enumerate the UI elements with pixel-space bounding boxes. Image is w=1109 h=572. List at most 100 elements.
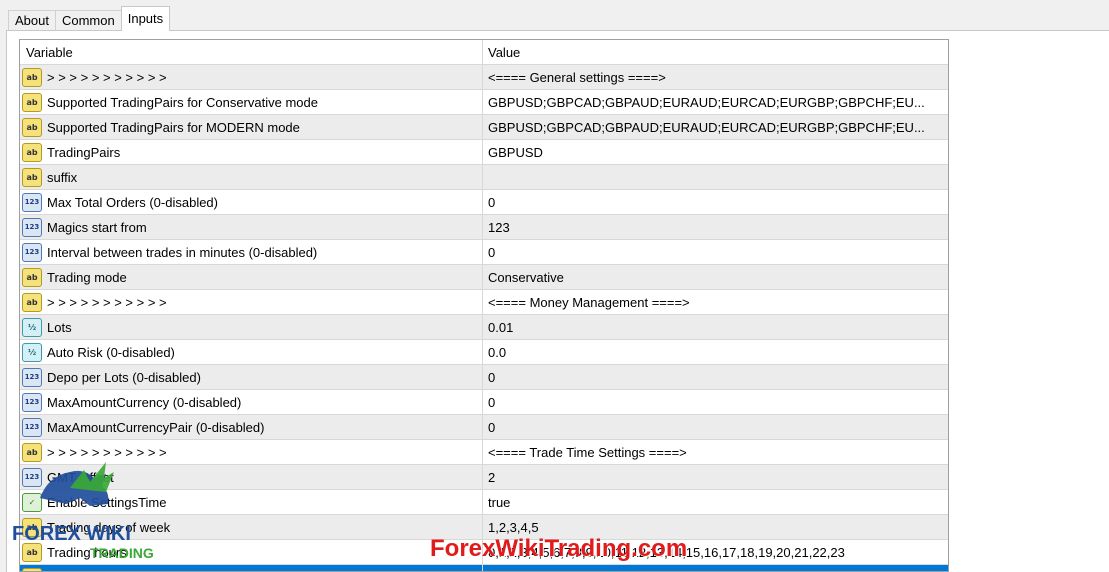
value-cell[interactable]: 0 <box>483 390 948 414</box>
table-row[interactable]: ab <box>20 565 948 571</box>
variable-name: Supported TradingPairs for MODERN mode <box>47 119 300 135</box>
grid-header: Variable Value <box>20 40 948 65</box>
variable-cell: ab Supported TradingPairs for MODERN mode <box>20 115 483 139</box>
table-row[interactable]: ab TradingPairs GBPUSD <box>20 140 948 165</box>
variable-name: Trading days of week <box>47 519 171 535</box>
boolean-icon: ✓ <box>22 492 42 512</box>
text-icon: ab <box>22 67 42 87</box>
table-row[interactable]: ab Supported TradingPairs for MODERN mode… <box>20 115 948 140</box>
variable-cell: ab Supported TradingPairs for Conservativ… <box>20 90 483 114</box>
value-cell[interactable]: 0,1,2,3,4,5,6,7,8,9,10,11,12,13,14,15,16… <box>483 540 948 564</box>
table-row[interactable]: ab > > > > > > > > > > > <==== Trade Time … <box>20 440 948 465</box>
value-cell[interactable]: 0.01 <box>483 315 948 339</box>
text-icon: ab <box>22 142 42 162</box>
table-row[interactable]: ✓ Enable SettingsTime true <box>20 490 948 515</box>
variable-cell: ✓ Enable SettingsTime <box>20 490 483 514</box>
text-icon: ab <box>22 292 42 312</box>
table-row[interactable]: ab Trading mode Conservative <box>20 265 948 290</box>
variable-name: > > > > > > > > > > > <box>47 69 167 85</box>
variable-name: suffix <box>47 169 78 185</box>
variable-name: MaxAmountCurrencyPair (0-disabled) <box>47 419 265 435</box>
variable-name: MaxAmountCurrency (0-disabled) <box>47 394 242 410</box>
table-row[interactable]: ½ Lots 0.01 <box>20 315 948 340</box>
variable-cell: 123 Magics start from <box>20 215 483 239</box>
column-header-variable[interactable]: Variable <box>20 40 483 64</box>
variable-cell: 123 GMT Offset <box>20 465 483 489</box>
value-cell[interactable] <box>483 165 948 189</box>
value-cell[interactable]: 0 <box>483 365 948 389</box>
value-cell[interactable]: 123 <box>483 215 948 239</box>
value-cell[interactable]: 0 <box>483 240 948 264</box>
value-cell[interactable]: GBPUSD;GBPCAD;GBPAUD;EURAUD;EURCAD;EURGB… <box>483 90 948 114</box>
table-row[interactable]: ab > > > > > > > > > > > <==== Money Manag… <box>20 290 948 315</box>
tab-about[interactable]: About <box>8 10 56 31</box>
table-row[interactable]: 123 Max Total Orders (0-disabled) 0 <box>20 190 948 215</box>
integer-icon: 123 <box>22 192 42 212</box>
variable-name: Supported TradingPairs for Conservative … <box>47 94 318 110</box>
text-icon: ab <box>22 517 42 537</box>
variable-name: Interval between trades in minutes (0-di… <box>47 244 318 260</box>
text-icon: ab <box>22 542 42 562</box>
table-row[interactable]: ab Trading days of week 1,2,3,4,5 <box>20 515 948 540</box>
double-icon: ½ <box>22 317 42 337</box>
value-cell[interactable]: <==== Trade Time Settings ====> <box>483 440 948 464</box>
tab-inputs[interactable]: Inputs <box>120 6 171 31</box>
variable-cell: ab > > > > > > > > > > > <box>20 290 483 314</box>
value-cell[interactable] <box>483 565 948 571</box>
variable-cell: 123 MaxAmountCurrencyPair (0-disabled) <box>20 415 483 439</box>
value-cell[interactable]: Conservative <box>483 265 948 289</box>
value-cell[interactable]: <==== Money Management ====> <box>483 290 948 314</box>
text-icon: ab <box>22 442 42 462</box>
variable-cell: ab > > > > > > > > > > > <box>20 440 483 464</box>
variable-name: Auto Risk (0-disabled) <box>47 344 175 360</box>
variable-cell: 123 Interval between trades in minutes (0… <box>20 240 483 264</box>
table-row[interactable]: 123 MaxAmountCurrencyPair (0-disabled) 0 <box>20 415 948 440</box>
variable-cell: 123 Depo per Lots (0-disabled) <box>20 365 483 389</box>
integer-icon: 123 <box>22 392 42 412</box>
table-row[interactable]: ab Trading hours 0,1,2,3,4,5,6,7,8,9,10,11… <box>20 540 948 565</box>
variable-name: Depo per Lots (0-disabled) <box>47 369 201 385</box>
variable-cell: ½ Auto Risk (0-disabled) <box>20 340 483 364</box>
text-icon: ab <box>22 92 42 112</box>
tab-common[interactable]: Common <box>54 10 122 31</box>
variable-name: Trading mode <box>47 269 127 285</box>
table-row[interactable]: 123 Depo per Lots (0-disabled) 0 <box>20 365 948 390</box>
variable-cell: ab Trading days of week <box>20 515 483 539</box>
value-cell[interactable]: 0.0 <box>483 340 948 364</box>
value-cell[interactable]: 0 <box>483 415 948 439</box>
value-cell[interactable]: <==== General settings ====> <box>483 65 948 89</box>
value-cell[interactable]: 2 <box>483 465 948 489</box>
value-cell[interactable]: GBPUSD;GBPCAD;GBPAUD;EURAUD;EURCAD;EURGB… <box>483 115 948 139</box>
value-cell[interactable]: GBPUSD <box>483 140 948 164</box>
value-cell[interactable]: 0 <box>483 190 948 214</box>
table-row[interactable]: 123 Interval between trades in minutes (0… <box>20 240 948 265</box>
table-row[interactable]: ab > > > > > > > > > > > <==== General set… <box>20 65 948 90</box>
variable-cell: ab Trading mode <box>20 265 483 289</box>
variable-cell: ab Trading hours <box>20 540 483 564</box>
table-row[interactable]: ½ Auto Risk (0-disabled) 0.0 <box>20 340 948 365</box>
value-cell[interactable]: true <box>483 490 948 514</box>
value-cell[interactable]: 1,2,3,4,5 <box>483 515 948 539</box>
variable-cell: ½ Lots <box>20 315 483 339</box>
variable-name: Enable SettingsTime <box>47 494 167 510</box>
variable-cell: ab suffix <box>20 165 483 189</box>
inputs-grid: Variable Value ab > > > > > > > > > > > <=… <box>19 39 949 572</box>
variable-name: Magics start from <box>47 219 147 235</box>
table-row[interactable]: ab Supported TradingPairs for Conservativ… <box>20 90 948 115</box>
text-icon: ab <box>22 267 42 287</box>
integer-icon: 123 <box>22 467 42 487</box>
integer-icon: 123 <box>22 242 42 262</box>
table-row[interactable]: 123 GMT Offset 2 <box>20 465 948 490</box>
tab-bar: About Common Inputs <box>8 6 171 31</box>
table-row[interactable]: 123 Magics start from 123 <box>20 215 948 240</box>
table-row[interactable]: ab suffix <box>20 165 948 190</box>
table-row[interactable]: 123 MaxAmountCurrency (0-disabled) 0 <box>20 390 948 415</box>
text-icon: ab <box>22 167 42 187</box>
column-header-value[interactable]: Value <box>483 40 948 64</box>
variable-name: Lots <box>47 319 72 335</box>
double-icon: ½ <box>22 342 42 362</box>
variable-name: GMT Offset <box>47 469 114 485</box>
integer-icon: 123 <box>22 417 42 437</box>
variable-name: Max Total Orders (0-disabled) <box>47 194 218 210</box>
variable-cell: ab <box>20 565 483 571</box>
